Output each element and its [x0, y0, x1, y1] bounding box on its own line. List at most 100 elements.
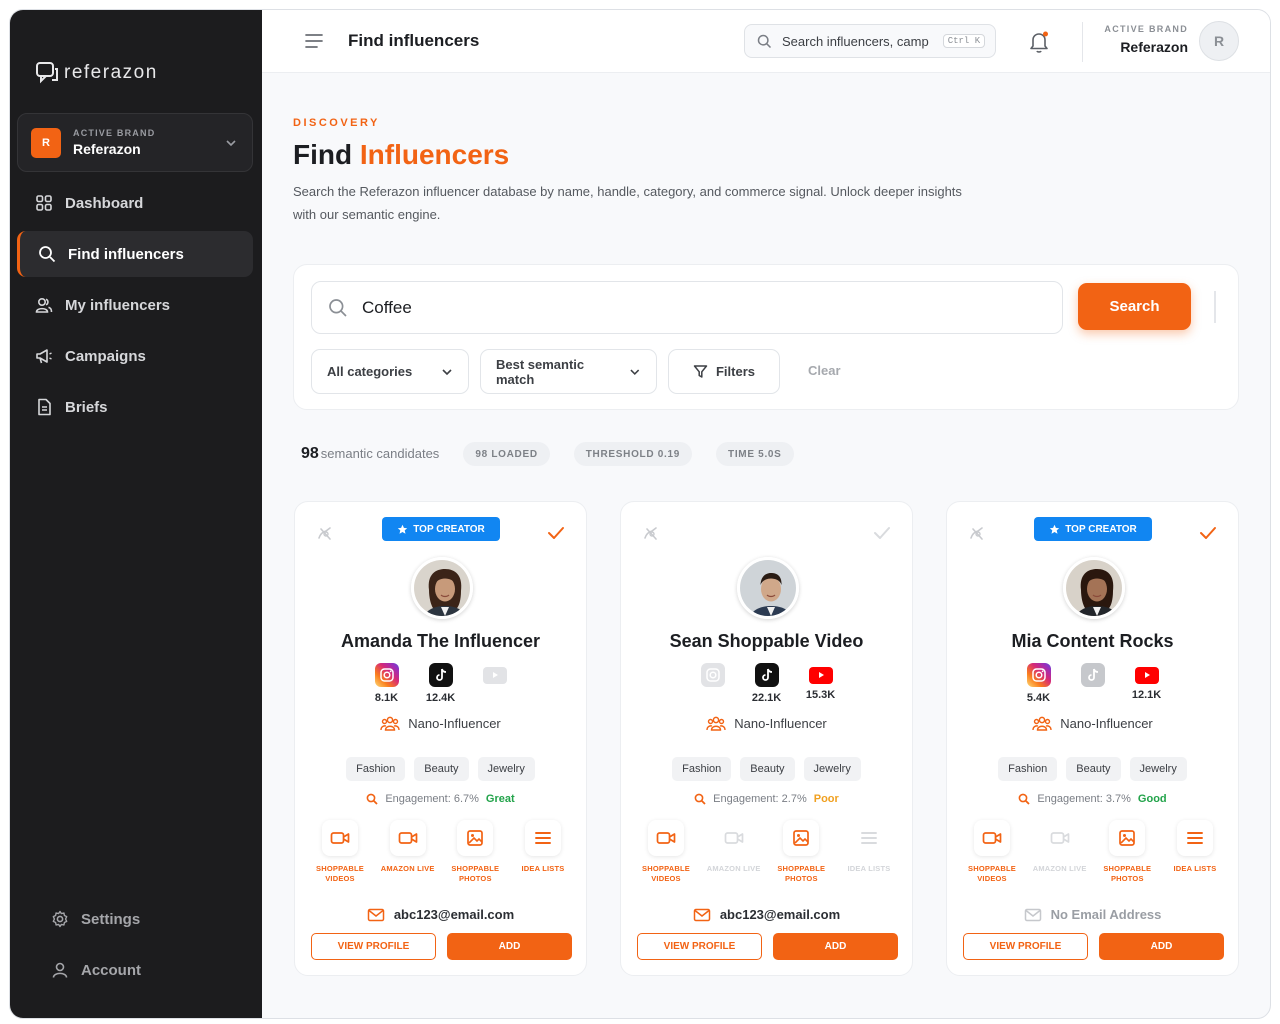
instagram-stat[interactable]: 8.1K: [373, 663, 401, 704]
influencer-card[interactable]: TOP CREATOR Mia Content Rocks 5.4K 12.1K Nan…: [946, 501, 1239, 976]
video-icon: [974, 820, 1010, 856]
check-icon[interactable]: [546, 523, 566, 543]
loaded-chip: 98 LOADED: [463, 442, 550, 466]
engagement-text: Engagement: 2.7%: [713, 793, 807, 805]
filters-button[interactable]: Filters: [668, 349, 780, 394]
sidebar-item-briefs[interactable]: Briefs: [17, 384, 253, 430]
brand-switcher[interactable]: R ACTIVE BRAND Referazon: [17, 113, 253, 172]
menu-icon[interactable]: [304, 32, 324, 50]
engagement-text: Engagement: 3.7%: [1037, 793, 1131, 805]
sidebar-item-settings[interactable]: Settings: [17, 896, 253, 942]
add-button[interactable]: ADD: [447, 933, 572, 960]
feature-label: IDEA LISTS: [847, 864, 891, 873]
results-summary: 98 semantic candidates 98 LOADED THRESHOL…: [301, 442, 794, 466]
sidebar-item-label: Briefs: [65, 398, 108, 416]
feature-item[interactable]: SHOPPABLE PHOTOS: [768, 820, 834, 884]
sort-select[interactable]: Best semantic match: [480, 349, 657, 394]
page-title-accent: Influencers: [359, 139, 510, 170]
logo-icon: [36, 62, 58, 84]
feature-item[interactable]: AMAZON LIVE: [1027, 820, 1093, 884]
contact-email[interactable]: abc123@email.com: [295, 907, 586, 922]
influencer-card[interactable]: Sean Shoppable Video 22.1K 15.3K Nano-Influ…: [620, 501, 913, 976]
category-tag: Beauty: [740, 757, 795, 781]
category-select[interactable]: All categories: [311, 349, 469, 394]
email-address: No Email Address: [1050, 907, 1162, 922]
feature-item[interactable]: SHOPPABLE VIDEOS: [959, 820, 1025, 884]
category-tags: Fashion Beauty Jewelry: [621, 757, 912, 781]
search-icon: [1018, 793, 1030, 805]
influencer-tier: Nano-Influencer: [295, 715, 586, 731]
youtube-stat[interactable]: 15.3K: [806, 663, 835, 704]
check-icon[interactable]: [1198, 523, 1218, 543]
instagram-stat[interactable]: [699, 663, 727, 704]
view-profile-button[interactable]: VIEW PROFILE: [637, 933, 762, 960]
feature-item[interactable]: AMAZON LIVE: [701, 820, 767, 884]
brand-avatar: R: [31, 127, 61, 158]
instagram-followers: 5.4K: [1026, 692, 1051, 704]
instagram-stat[interactable]: 5.4K: [1025, 663, 1053, 704]
app-logo[interactable]: referazon: [34, 60, 158, 86]
hide-icon[interactable]: [315, 523, 335, 543]
social-stats: 8.1K 12.4K: [295, 663, 586, 704]
megaphone-icon: [36, 349, 52, 364]
sort-select-value: Best semantic match: [496, 356, 585, 387]
feature-item[interactable]: SHOPPABLE VIDEOS: [633, 820, 699, 884]
view-profile-button[interactable]: VIEW PROFILE: [311, 933, 436, 960]
feature-item[interactable]: IDEA LISTS: [510, 820, 576, 884]
influencer-name[interactable]: Mia Content Rocks: [947, 631, 1238, 652]
active-brand-name: Referazon: [1120, 39, 1188, 55]
influencer-search-input[interactable]: Coffee: [311, 281, 1063, 334]
sidebar-item-find-influencers[interactable]: Find influencers: [17, 231, 253, 277]
youtube-icon: [1134, 663, 1159, 684]
sidebar-item-dashboard[interactable]: Dashboard: [17, 180, 253, 226]
search-button[interactable]: Search: [1078, 283, 1191, 330]
avatar[interactable]: [411, 557, 473, 619]
global-search-input[interactable]: Search influencers, camp Ctrl K: [744, 24, 996, 58]
avatar[interactable]: [1063, 557, 1125, 619]
user-avatar[interactable]: R: [1199, 21, 1239, 61]
feature-item[interactable]: IDEA LISTS: [1162, 820, 1228, 884]
notification-bell-icon[interactable]: [1028, 30, 1050, 54]
view-profile-button[interactable]: VIEW PROFILE: [963, 933, 1088, 960]
influencer-name[interactable]: Amanda The Influencer: [295, 631, 586, 652]
add-button[interactable]: ADD: [1099, 933, 1224, 960]
document-icon: [38, 398, 51, 416]
instagram-icon: [374, 663, 399, 687]
list-icon: [524, 820, 561, 856]
feature-item[interactable]: IDEA LISTS: [836, 820, 902, 884]
page-title-plain: Find: [293, 139, 360, 170]
add-button[interactable]: ADD: [773, 933, 898, 960]
clear-button[interactable]: Clear: [808, 363, 841, 378]
avatar[interactable]: [737, 557, 799, 619]
sidebar-item-my-influencers[interactable]: My influencers: [17, 282, 253, 328]
users-icon: [35, 297, 53, 313]
shortcut-hint: Ctrl K: [942, 34, 986, 48]
top-bar: Find influencers Search influencers, cam…: [262, 10, 1270, 73]
hide-icon[interactable]: [641, 523, 661, 543]
contact-email[interactable]: abc123@email.com: [621, 907, 912, 922]
divider: [1082, 22, 1083, 62]
feature-item[interactable]: SHOPPABLE PHOTOS: [442, 820, 508, 884]
youtube-stat[interactable]: 12.1K: [1132, 663, 1161, 704]
user-icon: [52, 962, 68, 978]
feature-item[interactable]: SHOPPABLE VIDEOS: [307, 820, 373, 884]
influencer-name[interactable]: Sean Shoppable Video: [621, 631, 912, 652]
page-description: Search the Referazon influencer database…: [293, 184, 962, 222]
check-icon[interactable]: [872, 523, 892, 543]
hide-icon[interactable]: [967, 523, 987, 543]
feature-item[interactable]: AMAZON LIVE: [375, 820, 441, 884]
category-tag: Jewelry: [477, 757, 535, 781]
youtube-stat[interactable]: [481, 663, 509, 704]
sidebar-item-campaigns[interactable]: Campaigns: [17, 333, 253, 379]
tiktok-stat[interactable]: 22.1K: [752, 663, 781, 704]
instagram-icon: [1026, 663, 1051, 687]
contact-email: No Email Address: [947, 907, 1238, 922]
tiktok-stat[interactable]: [1079, 663, 1107, 704]
feature-item[interactable]: SHOPPABLE PHOTOS: [1094, 820, 1160, 884]
content-features: SHOPPABLE VIDEOS AMAZON LIVE SHOPPABLE PHO…: [307, 820, 576, 884]
tiktok-stat[interactable]: 12.4K: [426, 663, 455, 704]
influencer-card[interactable]: TOP CREATOR Amanda The Influencer 8.1K 12.4…: [294, 501, 587, 976]
filters-label: Filters: [715, 364, 755, 379]
sidebar-item-account[interactable]: Account: [17, 947, 253, 993]
category-tag: Jewelry: [803, 757, 861, 781]
